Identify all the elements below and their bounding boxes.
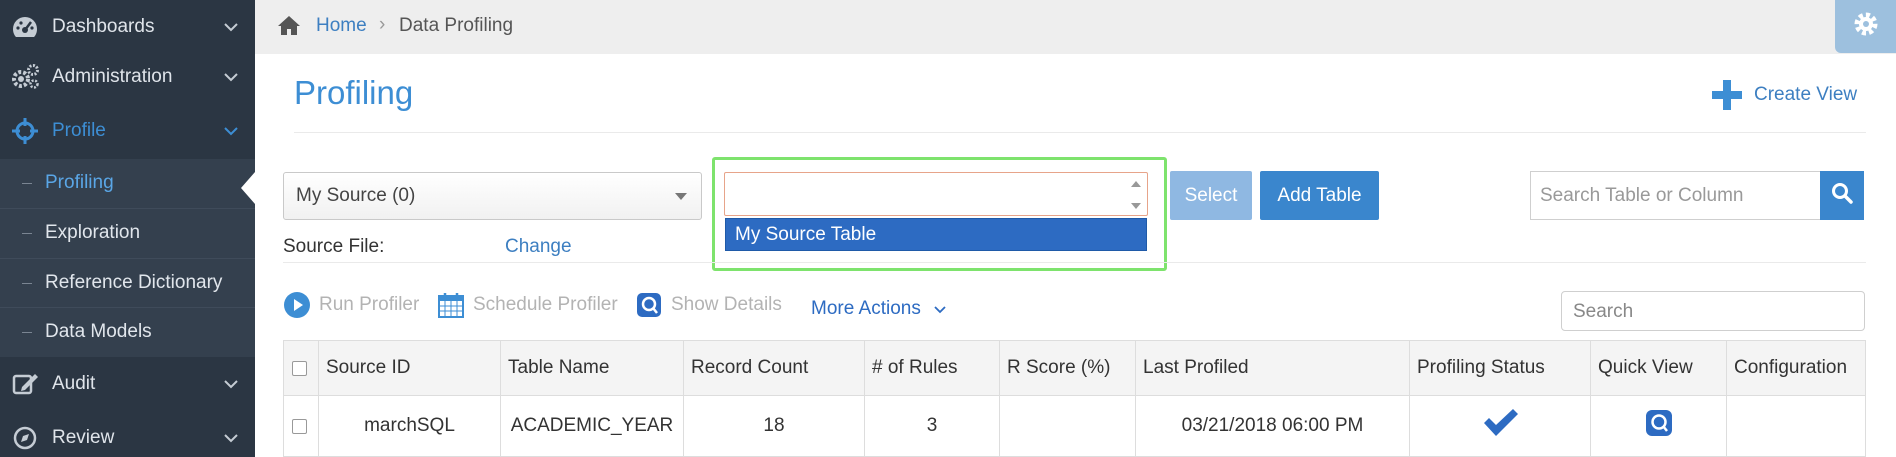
select-button[interactable]: Select — [1170, 171, 1252, 220]
create-view-label: Create View — [1754, 84, 1858, 105]
search-icon — [1831, 182, 1853, 210]
source-file-label: Source File: — [283, 236, 385, 257]
sidebar: Dashboards Administration Profile Profil… — [0, 0, 255, 457]
active-indicator-arrow — [241, 172, 255, 204]
cell-table-name: ACADEMIC_YEAR — [500, 396, 683, 456]
edit-icon — [9, 368, 41, 400]
change-link[interactable]: Change — [505, 236, 572, 258]
column-header[interactable]: # of Rules — [864, 341, 999, 395]
column-header[interactable]: Source ID — [318, 341, 502, 395]
show-details-button[interactable]: Show Details — [635, 291, 782, 319]
divider — [283, 262, 1866, 263]
cell-source-id: marchSQL — [318, 396, 500, 456]
gears-icon — [9, 61, 41, 93]
run-profiler-label: Run Profiler — [319, 294, 420, 315]
sidebar-item-review[interactable]: Review — [0, 411, 255, 457]
gear-icon — [1851, 9, 1881, 45]
grid-search-input[interactable]: Search — [1561, 291, 1865, 331]
column-header[interactable]: R Score (%) — [999, 341, 1135, 395]
sidebar-item-label: Review — [52, 427, 115, 448]
chevron-down-icon — [934, 298, 946, 320]
sidebar-item-profile[interactable]: Profile — [0, 104, 255, 158]
sidebar-subitem-label: Data Models — [45, 321, 152, 342]
schedule-profiler-button[interactable]: Schedule Profiler — [437, 291, 618, 319]
column-header[interactable]: Configuration — [1726, 341, 1865, 395]
search-button[interactable] — [1820, 171, 1864, 220]
table-name-input[interactable] — [724, 172, 1148, 216]
page-title: Profiling — [294, 74, 414, 111]
caret-down-icon — [675, 193, 687, 200]
chevron-down-icon — [223, 121, 239, 143]
sidebar-subitem-reference-dictionary[interactable]: Reference Dictionary — [0, 258, 255, 307]
sidebar-subitem-label: Exploration — [45, 222, 141, 243]
breadcrumb: Home › Data Profiling — [255, 0, 1896, 54]
checkmark-icon — [1481, 408, 1519, 444]
spinner-arrows-icon[interactable] — [1129, 177, 1143, 213]
table-header: Source ID Table Name Record Count # of R… — [283, 340, 1866, 396]
column-header[interactable]: Profiling Status — [1409, 341, 1590, 395]
sidebar-item-dashboards[interactable]: Dashboards — [0, 0, 255, 54]
create-view-button[interactable]: Create View — [1712, 80, 1857, 110]
sidebar-subitem-label: Profiling — [45, 172, 114, 193]
schedule-profiler-label: Schedule Profiler — [473, 294, 618, 315]
compass-icon — [9, 422, 41, 454]
column-header[interactable]: Quick View — [1590, 341, 1726, 395]
more-actions-dropdown[interactable]: More Actions — [811, 298, 946, 320]
table-row[interactable]: marchSQL ACADEMIC_YEAR 18 3 03/21/2018 0… — [283, 396, 1866, 457]
breadcrumb-separator: › — [379, 14, 386, 35]
column-header[interactable]: Last Profiled — [1135, 341, 1409, 395]
run-profiler-button[interactable]: Run Profiler — [283, 291, 419, 319]
add-table-button[interactable]: Add Table — [1260, 171, 1379, 220]
home-icon[interactable] — [277, 14, 301, 42]
sidebar-subitem-data-models[interactable]: Data Models — [0, 307, 255, 356]
chevron-down-icon — [223, 17, 239, 39]
profiling-table: Source ID Table Name Record Count # of R… — [283, 340, 1866, 457]
chevron-down-icon — [223, 67, 239, 89]
details-icon — [635, 291, 663, 319]
breadcrumb-current: Data Profiling — [399, 15, 514, 36]
cell-last-profiled: 03/21/2018 06:00 PM — [1135, 396, 1409, 456]
sidebar-subitem-profiling[interactable]: Profiling — [0, 159, 255, 208]
quick-view-icon[interactable] — [1644, 408, 1674, 444]
source-select-value: My Source (0) — [296, 185, 416, 206]
sidebar-subitem-label: Reference Dictionary — [45, 272, 223, 293]
source-select[interactable]: My Source (0) — [283, 172, 702, 220]
divider — [294, 132, 1866, 133]
cell-record-count: 18 — [683, 396, 864, 456]
column-header[interactable]: Record Count — [683, 341, 864, 395]
sidebar-item-audit[interactable]: Audit — [0, 357, 255, 411]
plus-icon — [1712, 80, 1742, 110]
cell-rules: 3 — [864, 396, 999, 456]
sidebar-item-label: Dashboards — [52, 16, 155, 37]
more-actions-label: More Actions — [811, 298, 921, 319]
sidebar-subitem-exploration[interactable]: Exploration — [0, 208, 255, 257]
crosshair-icon — [9, 115, 41, 147]
select-all-checkbox[interactable] — [292, 360, 307, 376]
table-name-field[interactable] — [731, 173, 1111, 213]
cell-configuration — [1726, 396, 1865, 456]
sidebar-item-label: Administration — [52, 66, 173, 87]
row-checkbox[interactable] — [292, 418, 307, 434]
sidebar-item-label: Audit — [52, 373, 96, 394]
cell-r-score — [999, 396, 1135, 456]
column-header[interactable]: Table Name — [500, 341, 683, 395]
search-table-input[interactable]: Search Table or Column — [1530, 171, 1821, 220]
dashboard-icon — [9, 11, 41, 43]
breadcrumb-home-link[interactable]: Home — [316, 15, 367, 37]
calendar-icon — [437, 291, 465, 319]
show-details-label: Show Details — [671, 294, 782, 315]
dropdown-option-my-source-table[interactable]: My Source Table — [725, 218, 1147, 251]
chevron-down-icon — [223, 374, 239, 396]
sidebar-item-administration[interactable]: Administration — [0, 50, 255, 104]
sidebar-item-label: Profile — [52, 120, 106, 141]
chevron-down-icon — [223, 428, 239, 450]
profile-submenu: Profiling Exploration Reference Dictiona… — [0, 159, 255, 357]
settings-button[interactable] — [1835, 0, 1896, 53]
play-icon — [283, 291, 311, 319]
